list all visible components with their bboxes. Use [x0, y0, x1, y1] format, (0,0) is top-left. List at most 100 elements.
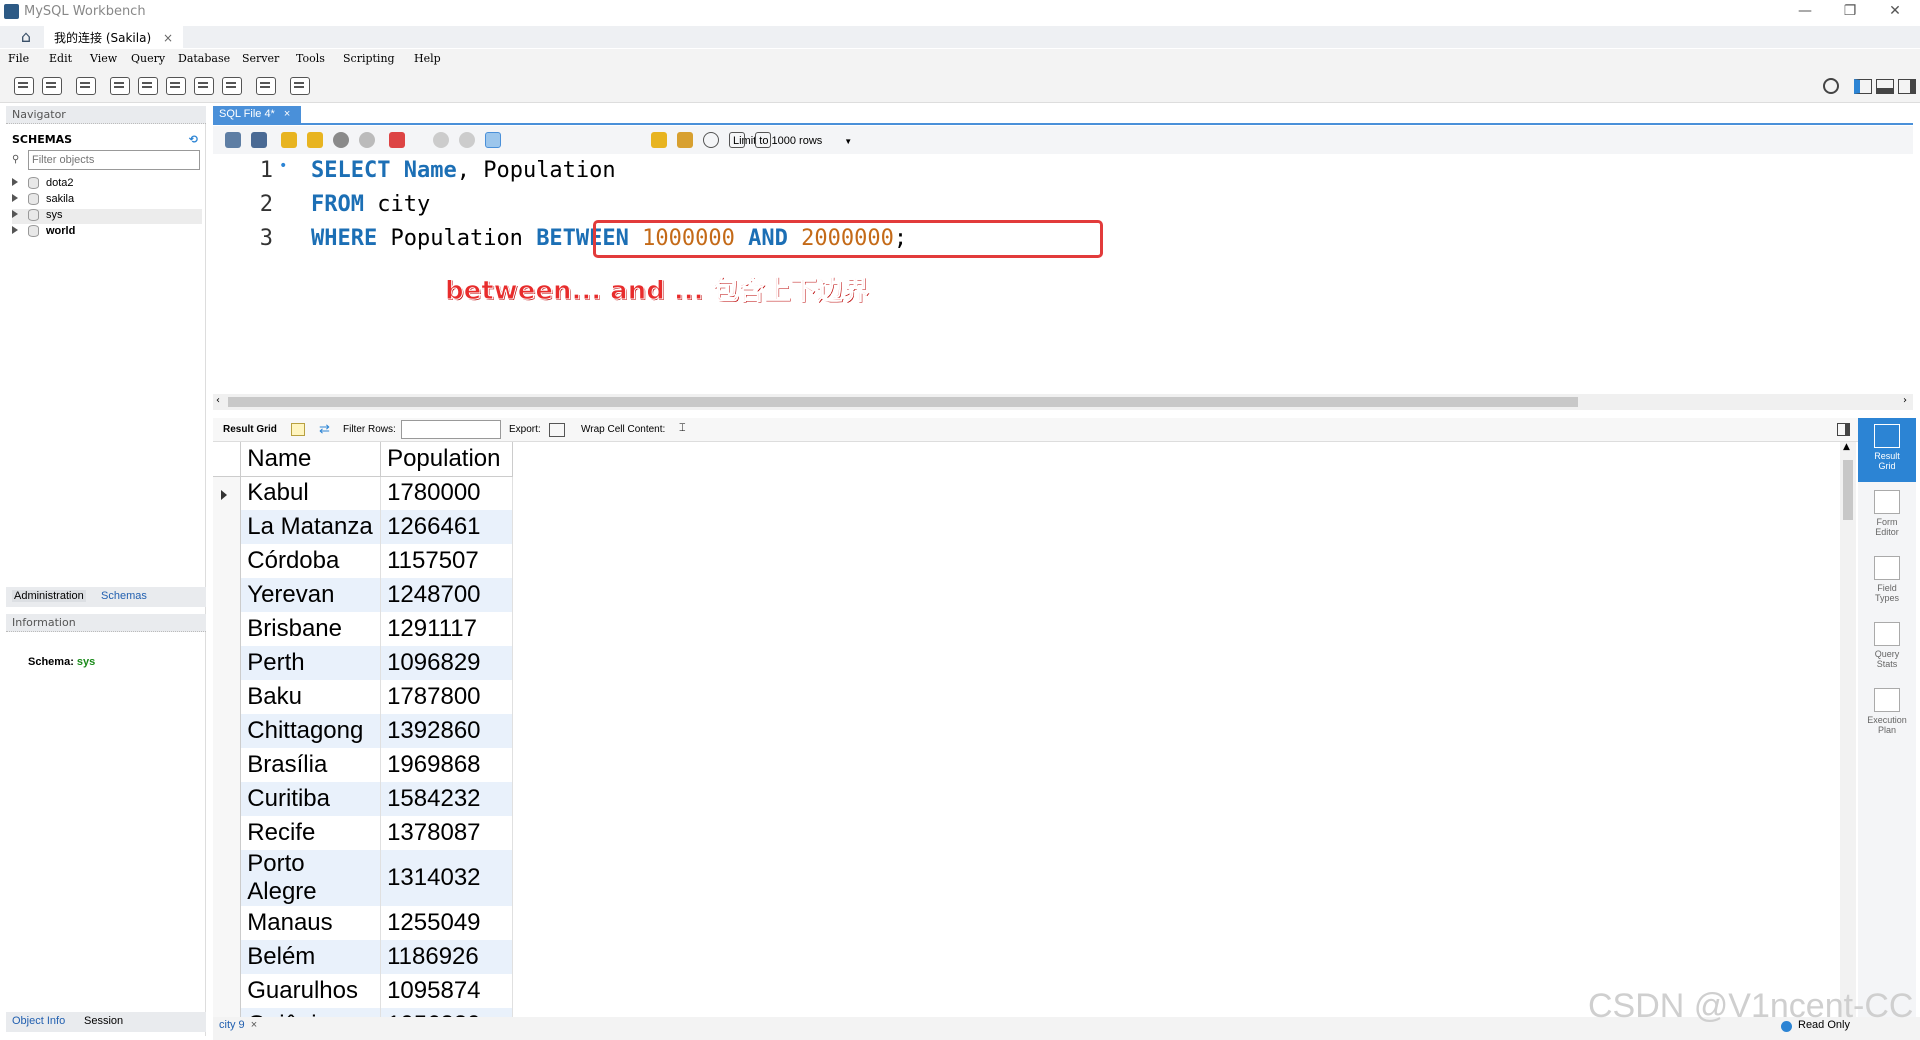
row-indicator[interactable]	[213, 714, 242, 748]
menu-tools[interactable]: Tools	[296, 52, 325, 65]
row-indicator[interactable]	[213, 748, 242, 782]
close-icon[interactable]: ×	[251, 1019, 257, 1031]
field-types-side-button[interactable]: Field Types	[1858, 550, 1916, 614]
cell-population[interactable]: 1378087	[380, 816, 513, 850]
table-row[interactable]: Recife 1378087	[213, 816, 513, 850]
reconnect-icon[interactable]	[290, 77, 310, 95]
create-procedure-icon[interactable]	[194, 77, 214, 95]
commit-icon[interactable]	[433, 132, 449, 148]
grid-icon[interactable]	[291, 423, 305, 436]
table-row[interactable]: Chittagong 1392860	[213, 714, 513, 748]
explain-icon[interactable]	[333, 132, 349, 148]
cell-name[interactable]: Chittagong	[240, 714, 382, 748]
close-button[interactable]: ✕	[1875, 3, 1915, 21]
create-table-icon[interactable]	[138, 77, 158, 95]
bookmark-icon[interactable]	[651, 132, 667, 148]
scrollbar-thumb[interactable]	[1843, 460, 1853, 520]
rollback-icon[interactable]	[459, 132, 475, 148]
limit-rows-select[interactable]: Limit to 1000 rows ▼	[733, 135, 852, 147]
connection-tab[interactable]: 我的连接 (Sakila) ×	[44, 26, 184, 48]
create-schema-icon[interactable]	[110, 77, 130, 95]
cell-population[interactable]: 1266461	[380, 510, 513, 544]
expand-icon[interactable]	[12, 194, 18, 202]
autocommit-icon[interactable]	[485, 132, 501, 148]
minimize-button[interactable]: —	[1785, 3, 1825, 21]
row-indicator[interactable]	[213, 476, 242, 510]
table-row[interactable]: Brisbane 1291117	[213, 612, 513, 646]
expand-icon[interactable]	[12, 210, 18, 218]
close-icon[interactable]: ×	[284, 108, 290, 120]
cell-name[interactable]: Manaus	[240, 906, 382, 940]
menu-help[interactable]: Help	[414, 52, 441, 65]
cell-name[interactable]: Recife	[240, 816, 382, 850]
open-sql-icon[interactable]	[42, 77, 62, 95]
tab-administration[interactable]: Administration	[12, 590, 86, 602]
cell-population[interactable]: 1056330	[380, 1008, 513, 1017]
menu-scripting[interactable]: Scripting	[343, 52, 395, 65]
menu-query[interactable]: Query	[131, 52, 165, 65]
table-row[interactable]: Curitiba 1584232	[213, 782, 513, 816]
beautify-icon[interactable]	[677, 132, 693, 148]
cell-name[interactable]: La Matanza	[240, 510, 382, 544]
open-file-icon[interactable]	[225, 132, 241, 148]
tab-schemas[interactable]: Schemas	[101, 590, 147, 602]
cell-population[interactable]: 1157507	[380, 544, 513, 578]
row-indicator[interactable]	[213, 578, 242, 612]
close-icon[interactable]: ×	[163, 31, 173, 45]
cell-name[interactable]: Kabul	[240, 476, 382, 510]
inspector-icon[interactable]	[76, 77, 96, 95]
result-tab-city[interactable]: city 9 ×	[219, 1019, 257, 1031]
cell-name[interactable]: Goiânia	[240, 1008, 382, 1017]
refresh-grid-icon[interactable]: ⇄	[319, 421, 330, 437]
cell-population[interactable]: 1584232	[380, 782, 513, 816]
cell-name[interactable]: Brisbane	[240, 612, 382, 646]
table-row[interactable]: Goiânia1056330	[213, 1008, 513, 1017]
cell-name[interactable]: Baku	[240, 680, 382, 714]
expand-icon[interactable]	[12, 226, 18, 234]
toggle-secondary-sidebar-icon[interactable]	[1898, 79, 1916, 94]
tab-session[interactable]: Session	[84, 1015, 123, 1027]
cell-name[interactable]: Belém	[240, 940, 382, 974]
schema-item-world[interactable]: world	[12, 225, 202, 240]
toggle-output-icon[interactable]	[1876, 79, 1894, 94]
cell-name[interactable]: Yerevan	[240, 578, 382, 612]
column-header-population[interactable]: Population	[380, 442, 513, 477]
query-stats-side-button[interactable]: Query Stats	[1858, 616, 1916, 680]
row-indicator[interactable]	[213, 612, 242, 646]
cell-name[interactable]: Porto Alegre	[240, 850, 382, 906]
column-header-name[interactable]: Name	[240, 442, 382, 477]
editor-horizontal-scrollbar[interactable]: ‹ ›	[213, 394, 1913, 410]
row-indicator[interactable]	[213, 974, 242, 1008]
row-indicator[interactable]	[213, 544, 242, 578]
table-row[interactable]: Brasília 1969868	[213, 748, 513, 782]
toggle-error-icon[interactable]	[389, 132, 405, 148]
result-grid[interactable]: Name Population Kabul 1780000 La Matanza 12…	[213, 442, 513, 1017]
expand-icon[interactable]	[12, 178, 18, 186]
menu-edit[interactable]: Edit	[49, 52, 72, 65]
cell-name[interactable]: Curitiba	[240, 782, 382, 816]
row-indicator[interactable]	[213, 510, 242, 544]
row-indicator[interactable]	[213, 816, 242, 850]
table-row[interactable]: Porto Alegre 1314032	[213, 850, 513, 906]
result-grid-side-button[interactable]: Result Grid	[1858, 418, 1916, 482]
row-indicator[interactable]	[213, 782, 242, 816]
create-function-icon[interactable]	[222, 77, 242, 95]
refresh-icon[interactable]: ⟲	[189, 133, 198, 146]
search-table-icon[interactable]	[256, 77, 276, 95]
cell-name[interactable]: Córdoba	[240, 544, 382, 578]
cell-name[interactable]: Brasília	[240, 748, 382, 782]
save-icon[interactable]	[251, 132, 267, 148]
row-indicator[interactable]	[213, 1008, 242, 1017]
cell-population[interactable]: 1096829	[380, 646, 513, 680]
cell-population[interactable]: 1248700	[380, 578, 513, 612]
filter-rows-input[interactable]	[401, 420, 501, 439]
table-row[interactable]: La Matanza 1266461	[213, 510, 513, 544]
row-indicator[interactable]	[213, 850, 242, 906]
cell-population[interactable]: 1780000	[380, 476, 513, 510]
execution-plan-side-button[interactable]: Execution Plan	[1858, 682, 1916, 746]
new-query-icon[interactable]	[14, 77, 34, 95]
menu-file[interactable]: File	[8, 52, 29, 65]
cell-population[interactable]: 1392860	[380, 714, 513, 748]
schema-item-dota2[interactable]: dota2	[12, 177, 202, 192]
cell-population[interactable]: 1186926	[380, 940, 513, 974]
